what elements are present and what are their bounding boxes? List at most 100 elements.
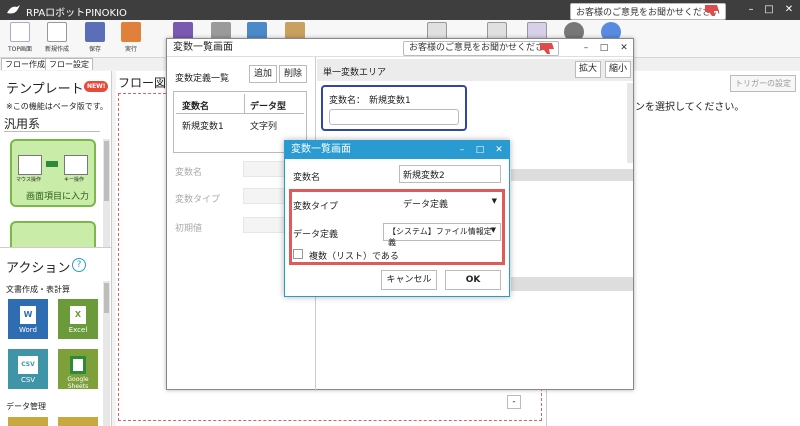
delete-button[interactable]: 削除 <box>279 65 307 83</box>
collapse-button[interactable]: - <box>507 395 521 409</box>
maximize-button[interactable]: □ <box>597 41 611 55</box>
dialog-title: 変数一覧画面 <box>291 144 351 155</box>
minimize-button[interactable]: – <box>455 143 469 157</box>
scroll-thumb[interactable] <box>104 283 109 313</box>
arrow-right-icon <box>46 161 58 167</box>
variable-type-value: データ定義 <box>403 200 449 210</box>
variable-type-label: 変数タイプ <box>293 202 339 212</box>
chevron-down-icon: ▼ <box>490 226 496 234</box>
single-area-title: 単一変数エリア <box>323 68 387 78</box>
divider <box>4 131 100 132</box>
pinokio-logo-icon <box>7 5 20 14</box>
ribbon-label: 実行 <box>124 46 137 53</box>
variable-name-value: 新規変数1 <box>369 96 411 106</box>
top-screen-icon <box>10 22 30 42</box>
new-create-button[interactable]: 新規作成 <box>40 22 74 56</box>
flow-heading: フロー図 <box>118 76 167 90</box>
google-sheets-icon <box>70 356 86 374</box>
close-button[interactable]: ✕ <box>492 143 506 157</box>
actions-scrollbar[interactable] <box>103 281 110 426</box>
cell-name: 新規変数1 <box>182 122 224 132</box>
add-button[interactable]: 追加 <box>249 65 277 83</box>
save-button[interactable]: 保存 <box>78 22 112 56</box>
thumbs-down-icon[interactable] <box>539 41 555 55</box>
name-label: 変数名 <box>175 168 203 178</box>
tab-flow-create[interactable]: フロー作成 <box>1 58 49 70</box>
multiple-checkbox[interactable] <box>293 249 303 259</box>
minimize-button[interactable]: – <box>579 41 593 55</box>
cancel-button[interactable]: キャンセル <box>381 270 437 290</box>
divider <box>0 247 112 248</box>
type-select[interactable] <box>243 188 287 204</box>
data-definition-select[interactable]: 【システム】ファイル情報定義 ▼ <box>383 223 501 247</box>
initial-label: 初期値 <box>175 224 203 234</box>
maximize-button[interactable]: □ <box>473 143 487 157</box>
template-scrollbar[interactable] <box>103 139 110 247</box>
chevron-down-icon: ▼ <box>491 197 497 205</box>
new-badge: NEW! <box>84 81 109 92</box>
selected-variable-box[interactable]: 変数名： 新規変数1 <box>321 85 467 131</box>
excel-tile[interactable]: X Excel <box>58 299 98 339</box>
ribbon-label: 保存 <box>88 46 101 53</box>
ok-button[interactable]: OK <box>445 270 501 290</box>
trigger-settings-button[interactable]: トリガーの設定 <box>730 75 796 92</box>
tab-flow-settings[interactable]: フロー設定 <box>45 58 93 70</box>
variable-name-label: 変数名： <box>329 96 366 106</box>
data-tile-1[interactable] <box>8 417 48 426</box>
close-button[interactable]: ✕ <box>617 41 631 55</box>
column-header: データ型 <box>250 102 287 112</box>
tile-label: Google Sheets <box>67 376 89 390</box>
data-tile-2[interactable] <box>58 417 98 426</box>
actions-category: 文書作成・表計算 <box>6 285 70 294</box>
area-band <box>511 277 633 291</box>
left-panel: テンプレート NEW! ※この機能はベータ版です。 汎用系 マウス操作 キー操作… <box>0 71 112 426</box>
google-sheets-tile[interactable]: Google Sheets <box>58 349 98 390</box>
help-icon[interactable]: ? <box>72 258 86 272</box>
close-button[interactable]: ✕ <box>782 3 796 17</box>
variable-name-input[interactable] <box>329 109 459 125</box>
tile-label: Word <box>19 326 37 334</box>
shrink-button[interactable]: 縮小 <box>605 61 631 78</box>
variable-name-input[interactable]: 新規変数2 <box>399 165 501 183</box>
dialog-titlebar: 変数一覧画面 お客様のご意見をお聞かせください – □ ✕ <box>167 39 633 57</box>
word-icon: W <box>20 306 36 324</box>
cell-type: 文字列 <box>250 122 278 132</box>
top-screen-button[interactable]: TOP画面 <box>3 22 37 56</box>
feedback-button[interactable]: お客様のご意見をお聞かせください <box>570 3 727 20</box>
save-icon <box>85 22 105 42</box>
feedback-button[interactable]: お客様のご意見をお聞かせください <box>403 41 560 56</box>
variable-type-select[interactable]: データ定義 ▼ <box>399 195 501 213</box>
maximize-button[interactable]: □ <box>762 3 776 17</box>
template-heading: テンプレート <box>6 82 84 97</box>
data-definition-label: データ定義 <box>293 230 339 240</box>
app-title: RPAロボットPINOKIO <box>26 8 127 19</box>
run-button[interactable]: 実行 <box>114 22 148 56</box>
new-variable-dialog: 変数一覧画面 – □ ✕ 変数名 新規変数2 変数タイプ データ定義 ▼ データ… <box>284 140 510 297</box>
name-input[interactable] <box>243 161 287 177</box>
ribbon-label: TOP画面 <box>7 46 32 53</box>
dialog-titlebar: 変数一覧画面 – □ ✕ <box>285 141 509 159</box>
minimize-button[interactable]: – <box>744 3 758 17</box>
template-card-2[interactable] <box>10 221 96 247</box>
csv-icon: CSV <box>18 356 38 374</box>
thumbs-down-icon[interactable] <box>704 3 720 17</box>
initial-input[interactable] <box>243 217 287 233</box>
csv-tile[interactable]: CSV CSV <box>8 349 48 389</box>
word-tile[interactable]: W Word <box>8 299 48 339</box>
variable-name-label: 変数名 <box>293 173 321 183</box>
actions-heading: アクション <box>6 261 71 276</box>
area-scrollbar[interactable] <box>627 83 633 163</box>
scroll-thumb[interactable] <box>104 141 109 201</box>
ribbon-label: 新規作成 <box>44 46 69 53</box>
category-label: 汎用系 <box>4 117 41 131</box>
dialog-title: 変数一覧画面 <box>173 42 233 53</box>
play-icon <box>121 22 141 42</box>
table-row[interactable]: 新規変数1 文字列 <box>176 116 304 132</box>
beta-note: ※この機能はベータ版です。 <box>6 102 108 111</box>
column-header: 変数名 <box>182 102 210 112</box>
expand-button[interactable]: 拡大 <box>575 61 601 78</box>
card-caption: 画面項目に入力 <box>26 192 90 202</box>
multiple-label: 複数（リスト）である <box>309 252 399 262</box>
type-label: 変数タイプ <box>175 195 221 205</box>
template-card-input[interactable]: マウス操作 キー操作 画面項目に入力 <box>10 139 96 207</box>
